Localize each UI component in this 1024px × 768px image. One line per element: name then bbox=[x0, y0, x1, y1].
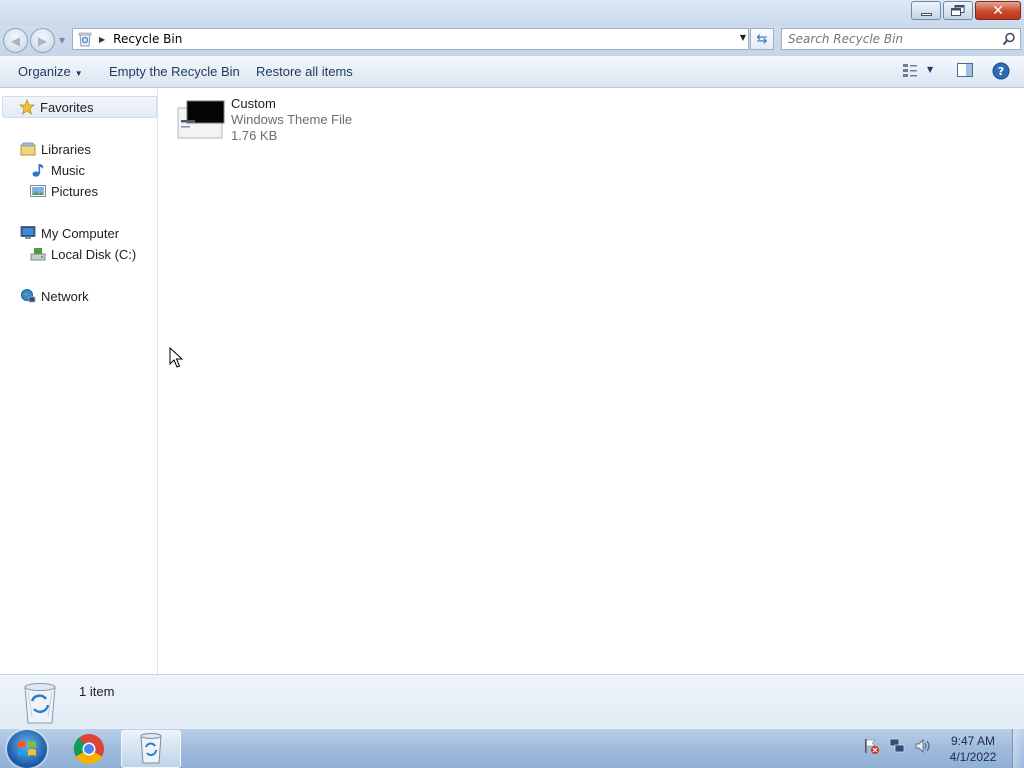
organize-label: Organize bbox=[18, 64, 71, 79]
empty-recycle-bin-button[interactable]: Empty the Recycle Bin bbox=[109, 64, 240, 79]
list-item[interactable]: Custom Windows Theme File 1.76 KB bbox=[177, 96, 352, 144]
show-desktop-button[interactable] bbox=[1012, 729, 1024, 768]
navigation-pane: Favorites Libraries Music Pictures My Co… bbox=[0, 88, 158, 674]
network-status-icon[interactable] bbox=[888, 737, 906, 755]
forward-button[interactable]: ▶ bbox=[30, 28, 55, 53]
address-bar[interactable]: ▶ Recycle Bin ▼ bbox=[72, 28, 749, 50]
pictures-icon bbox=[30, 183, 46, 199]
sidebar-item-label: Libraries bbox=[41, 141, 91, 157]
view-options-icon bbox=[903, 64, 917, 77]
sidebar-item-label: Pictures bbox=[51, 183, 98, 199]
breadcrumb-chevron-icon[interactable]: ▶ bbox=[99, 35, 105, 44]
restore-all-items-button[interactable]: Restore all items bbox=[256, 64, 353, 79]
address-dropdown-icon[interactable]: ▼ bbox=[740, 33, 746, 42]
recycle-bin-taskbar-icon bbox=[140, 733, 162, 764]
back-arrow-icon: ◀ bbox=[10, 33, 21, 48]
back-button[interactable]: ◀ bbox=[3, 28, 28, 53]
help-button[interactable]: ? bbox=[992, 62, 1010, 83]
command-bar: Organize ▼ Empty the Recycle Bin Restore … bbox=[0, 56, 1024, 88]
drive-icon bbox=[30, 246, 46, 262]
search-input[interactable] bbox=[788, 32, 998, 46]
breadcrumb-recycle-bin[interactable]: Recycle Bin bbox=[113, 32, 182, 46]
search-box[interactable] bbox=[781, 28, 1021, 50]
file-type: Windows Theme File bbox=[231, 112, 353, 127]
recent-pages-dropdown[interactable]: ▼ bbox=[59, 36, 65, 45]
organize-button[interactable]: Organize ▼ bbox=[18, 64, 83, 79]
star-icon bbox=[19, 99, 35, 115]
sidebar-item-libraries[interactable]: Libraries bbox=[20, 141, 91, 157]
item-count: 1 item bbox=[79, 684, 115, 699]
computer-icon bbox=[20, 225, 36, 241]
system-tray bbox=[862, 737, 932, 755]
search-icon[interactable] bbox=[1002, 32, 1016, 46]
file-details: Custom Windows Theme File 1.76 KB bbox=[231, 96, 352, 144]
file-size: 1.76 KB bbox=[231, 128, 278, 143]
taskbar-recycle-bin[interactable] bbox=[121, 730, 181, 768]
details-pane: 1 item bbox=[0, 674, 1024, 728]
sidebar-item-pictures[interactable]: Pictures bbox=[30, 183, 98, 199]
refresh-button[interactable]: ⇆ bbox=[750, 28, 774, 50]
sidebar-item-network[interactable]: Network bbox=[20, 288, 89, 304]
view-dropdown-icon[interactable]: ▼ bbox=[927, 65, 933, 74]
file-list[interactable]: Custom Windows Theme File 1.76 KB bbox=[159, 88, 1024, 674]
music-note-icon bbox=[30, 162, 46, 178]
file-name: Custom bbox=[231, 96, 276, 111]
help-icon: ? bbox=[992, 62, 1010, 80]
sidebar-item-favorites[interactable]: Favorites bbox=[2, 96, 157, 118]
restore-icon bbox=[951, 5, 965, 16]
sidebar-item-local-disk[interactable]: Local Disk (C:) bbox=[30, 246, 136, 262]
volume-icon[interactable] bbox=[914, 737, 932, 755]
clock-time: 9:47 AM bbox=[950, 734, 996, 748]
mouse-pointer-icon bbox=[169, 347, 183, 368]
restore-button[interactable] bbox=[943, 1, 973, 20]
taskbar: 9:47 AM 4/1/2022 bbox=[0, 728, 1024, 768]
close-icon: ✕ bbox=[992, 2, 1004, 19]
clock-date: 4/1/2022 bbox=[949, 750, 997, 764]
network-icon bbox=[20, 288, 36, 304]
taskbar-clock[interactable]: 9:47 AM 4/1/2022 bbox=[940, 733, 1006, 765]
sidebar-item-label: Network bbox=[41, 288, 89, 304]
sidebar-item-my-computer[interactable]: My Computer bbox=[20, 225, 119, 241]
action-center-flag-icon[interactable] bbox=[862, 737, 880, 755]
address-row: ◀ ▶ ▼ ▶ Recycle Bin ▼ ⇆ bbox=[0, 26, 1024, 56]
theme-file-icon bbox=[177, 100, 225, 140]
sidebar-item-label: My Computer bbox=[41, 225, 120, 241]
refresh-icon: ⇆ bbox=[756, 31, 768, 47]
start-button[interactable] bbox=[7, 730, 47, 768]
recycle-bin-small-icon bbox=[78, 32, 92, 47]
preview-pane-button[interactable] bbox=[957, 62, 973, 81]
sidebar-item-label: Local Disk (C:) bbox=[51, 246, 137, 262]
chrome-icon bbox=[73, 734, 104, 765]
window-controls: ✕ bbox=[909, 1, 1021, 20]
windows-logo-icon bbox=[18, 741, 36, 756]
close-button[interactable]: ✕ bbox=[975, 1, 1021, 20]
forward-arrow-icon: ▶ bbox=[37, 33, 48, 48]
sidebar-item-label: Music bbox=[51, 162, 85, 178]
minimize-button[interactable] bbox=[911, 1, 941, 20]
minimize-icon bbox=[920, 13, 932, 16]
title-bar: ✕ bbox=[0, 0, 1024, 26]
libraries-icon bbox=[20, 141, 36, 157]
recycle-bin-full-icon bbox=[24, 683, 56, 724]
taskbar-chrome[interactable] bbox=[62, 730, 116, 768]
chevron-down-icon: ▼ bbox=[74, 69, 83, 78]
change-view-button[interactable] bbox=[902, 62, 918, 81]
preview-pane-icon bbox=[957, 63, 973, 77]
sidebar-item-label: Favorites bbox=[40, 99, 94, 115]
svg-text:?: ? bbox=[998, 65, 1004, 78]
sidebar-item-music[interactable]: Music bbox=[30, 162, 85, 178]
